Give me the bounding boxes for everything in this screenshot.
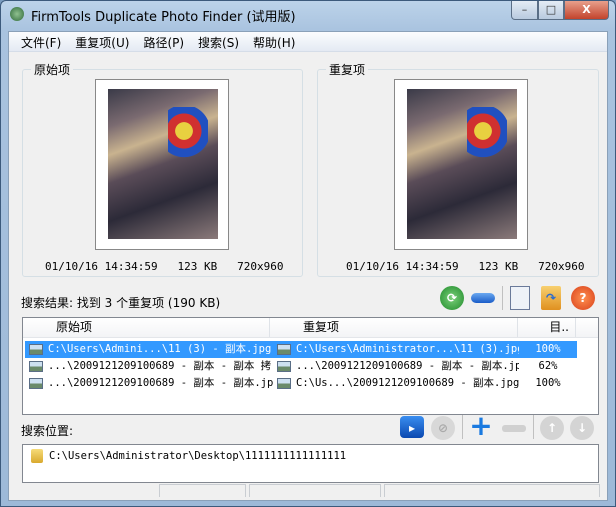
col-original[interactable]: 原始项 [23,318,270,337]
menu-search[interactable]: 搜索(S) [191,32,246,51]
table-row[interactable]: ...\2009121209100689 - 副本 - 副本 拷 ...\200… [25,358,577,375]
help-icon[interactable]: ? [571,286,595,310]
image-file-icon [29,361,43,372]
list-header: 原始项 重复项 目.. [23,318,598,338]
menu-help[interactable]: 帮助(H) [246,32,302,51]
duplicate-info: 01/10/16 14:34:59 123 KB 720x960 [346,260,584,273]
row-match: 100% [535,343,561,355]
menu-file[interactable]: 文件(F) [14,32,68,51]
image-file-icon [277,378,291,389]
duplicate-dims: 720x960 [538,260,585,273]
row-duplicate: ...\2009121209100689 - 副本 - 副本.jpg [296,360,519,372]
row-match: 100% [535,377,561,389]
toolbar-divider [533,415,534,439]
close-button[interactable]: X [564,1,609,20]
toolbar-divider [502,286,503,310]
search-location-list: C:\Users\Administrator\Desktop\111111111… [22,444,599,483]
start-search-icon[interactable]: ▸ [400,416,424,438]
location-item[interactable]: C:\Users\Administrator\Desktop\111111111… [23,449,598,463]
stop-icon: ⊘ [431,416,455,440]
title-bar: FirmTools Duplicate Photo Finder (试用版) –… [1,1,615,29]
toolbar-divider [462,415,463,439]
original-date: 01/10/16 14:34:59 [45,260,158,273]
minimize-button[interactable]: – [511,1,538,20]
duplicate-date: 01/10/16 14:34:59 [346,260,459,273]
col-duplicate[interactable]: 重复项 [270,318,518,337]
row-duplicate: C:\Users\Administrator...\11 (3).jpg [296,343,519,355]
add-path-icon[interactable]: + [469,412,493,440]
folder-icon [31,449,43,463]
status-pane-3 [384,484,600,497]
remove-path-icon [502,425,526,432]
original-label: 原始项 [31,61,74,78]
app-icon [10,7,24,21]
move-up-icon: ↑ [540,416,564,440]
original-info: 01/10/16 14:34:59 123 KB 720x960 [45,260,283,273]
row-original: ...\2009121209100689 - 副本 - 副本 拷 [48,360,272,372]
duplicate-size: 123 KB [478,260,519,273]
original-dims: 720x960 [237,260,284,273]
copy-icon[interactable] [510,286,530,310]
move-icon[interactable]: ↷ [541,286,561,310]
maximize-button[interactable]: □ [538,1,564,20]
table-row[interactable]: ...\2009121209100689 - 副本 - 副本.jpg C:\Us… [25,375,577,392]
image-file-icon [29,378,43,389]
menu-duplicates[interactable]: 重复项(U) [68,32,136,51]
original-preview[interactable] [95,79,229,250]
image-file-icon [277,344,291,355]
menu-path[interactable]: 路径(P) [136,32,191,51]
original-panel: 原始项 01/10/16 14:34:59 123 KB 720x960 [22,61,303,277]
duplicate-panel: 重复项 01/10/16 14:34:59 123 KB 720x960 [317,61,599,277]
duplicate-preview[interactable] [394,79,528,250]
col-match[interactable]: 目.. [518,318,576,337]
row-match: 62% [538,360,558,372]
remove-icon[interactable] [471,293,495,303]
search-location-label: 搜索位置: [21,424,74,438]
menu-bar: 文件(F) 重复项(U) 路径(P) 搜索(S) 帮助(H) [9,32,607,52]
move-down-icon: ↓ [570,416,594,440]
status-pane-1 [159,484,246,497]
results-list: 原始项 重复项 目.. C:\Users\Admini...\11 (3) - … [22,317,599,415]
row-original: C:\Users\Admini...\11 (3) - 副本.jpg [48,343,272,355]
client-area: 文件(F) 重复项(U) 路径(P) 搜索(S) 帮助(H) 原始项 01/10… [8,31,608,501]
image-file-icon [29,344,43,355]
status-pane-2 [249,484,381,497]
row-duplicate: C:\Us...\2009121209100689 - 副本.jpg [296,377,519,389]
window-title: FirmTools Duplicate Photo Finder (试用版) [31,10,296,25]
original-size: 123 KB [177,260,218,273]
refresh-icon[interactable]: ⟳ [440,286,464,310]
duplicate-label: 重复项 [326,61,369,78]
row-original: ...\2009121209100689 - 副本 - 副本.jpg [48,377,273,389]
table-row[interactable]: C:\Users\Admini...\11 (3) - 副本.jpg C:\Us… [25,341,577,358]
location-path: C:\Users\Administrator\Desktop\111111111… [49,450,347,462]
app-window: FirmTools Duplicate Photo Finder (试用版) –… [0,0,616,507]
image-file-icon [277,361,291,372]
results-label: 搜索结果: 找到 3 个重复项 (190 KB) [21,296,221,310]
